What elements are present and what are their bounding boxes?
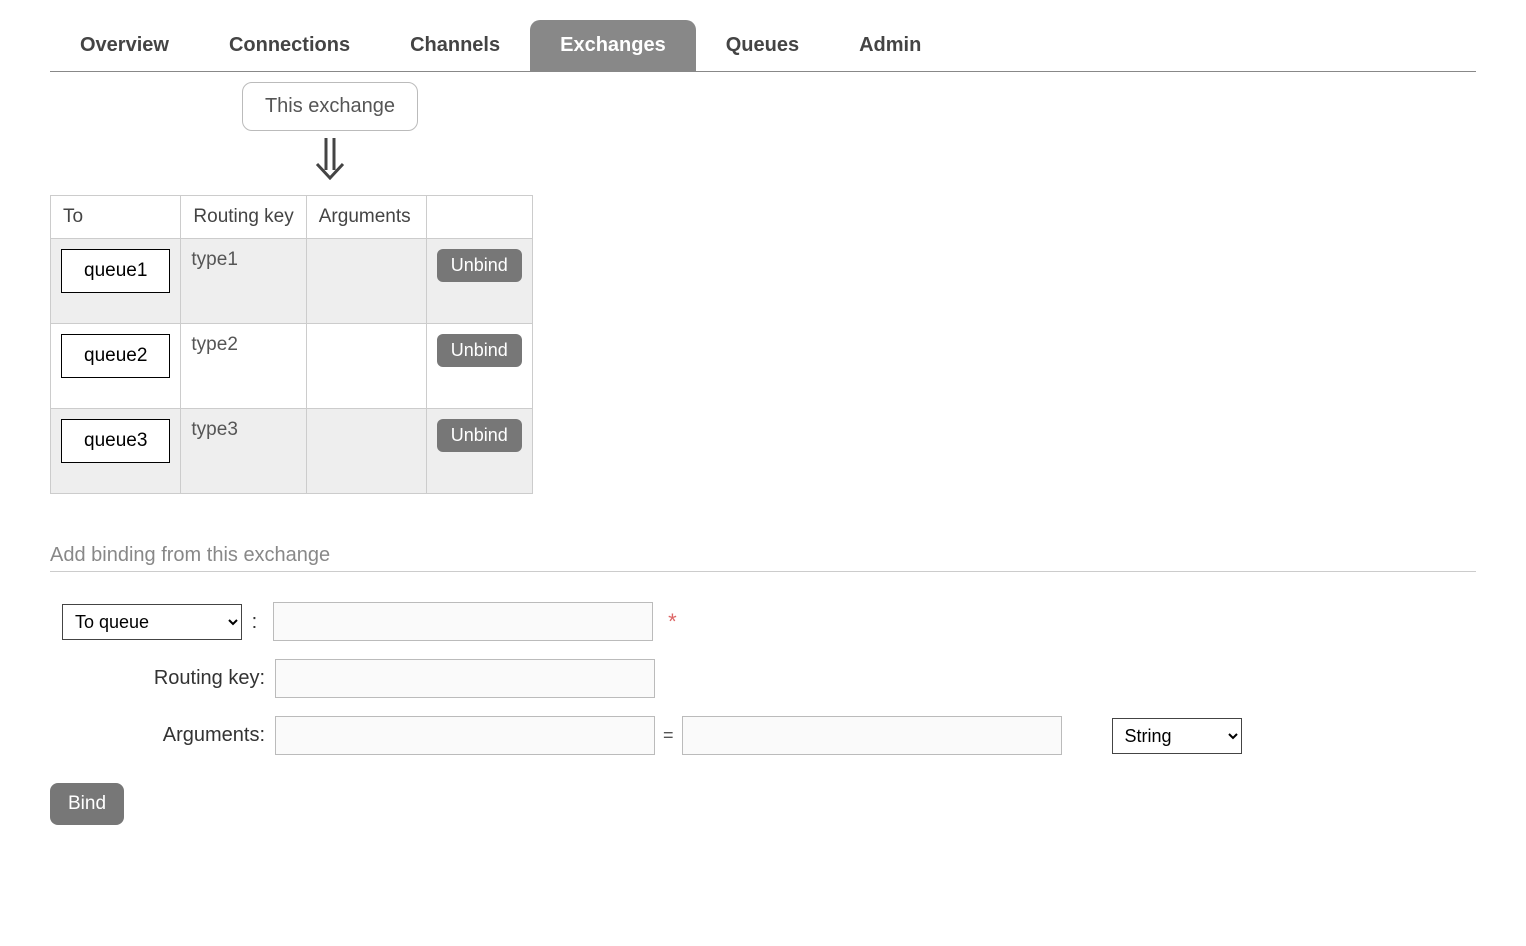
tab-admin[interactable]: Admin — [829, 20, 951, 71]
routing-key-label: Routing key: — [50, 667, 275, 690]
required-marker: * — [668, 609, 677, 635]
table-row: queue1 type1 Unbind — [51, 239, 533, 324]
arguments-cell — [306, 409, 426, 494]
table-row: queue2 type2 Unbind — [51, 324, 533, 409]
tab-channels[interactable]: Channels — [380, 20, 530, 71]
queue-link[interactable]: queue2 — [61, 334, 170, 378]
col-action — [426, 196, 532, 239]
main-tabs: Overview Connections Channels Exchanges … — [50, 20, 1476, 72]
colon-label: : — [252, 611, 258, 633]
arguments-cell — [306, 239, 426, 324]
routing-key-cell: type3 — [181, 409, 306, 494]
arrow-down-icon — [313, 136, 347, 185]
arguments-label: Arguments: — [50, 724, 275, 747]
col-to: To — [51, 196, 181, 239]
argument-key-input[interactable] — [275, 716, 655, 755]
add-binding-title: Add binding from this exchange — [50, 544, 1476, 572]
add-binding-form: To queue : * Routing key: Arguments: = S… — [50, 602, 1476, 825]
tab-exchanges[interactable]: Exchanges — [530, 20, 696, 71]
routing-key-cell: type2 — [181, 324, 306, 409]
arguments-cell — [306, 324, 426, 409]
destination-name-input[interactable] — [273, 602, 653, 641]
argument-value-input[interactable] — [682, 716, 1062, 755]
tab-queues[interactable]: Queues — [696, 20, 829, 71]
col-routing-key: Routing key — [181, 196, 306, 239]
routing-key-cell: type1 — [181, 239, 306, 324]
queue-link[interactable]: queue1 — [61, 249, 170, 293]
queue-link[interactable]: queue3 — [61, 419, 170, 463]
unbind-button[interactable]: Unbind — [437, 419, 522, 452]
binding-diagram: This exchange — [230, 82, 430, 195]
tab-overview[interactable]: Overview — [50, 20, 199, 71]
source-exchange-box: This exchange — [242, 82, 418, 131]
unbind-button[interactable]: Unbind — [437, 249, 522, 282]
col-arguments: Arguments — [306, 196, 426, 239]
bind-button[interactable]: Bind — [50, 783, 124, 825]
argument-type-select[interactable]: String — [1112, 718, 1242, 754]
equals-label: = — [663, 725, 674, 746]
routing-key-input[interactable] — [275, 659, 655, 698]
destination-type-select[interactable]: To queue — [62, 604, 242, 640]
bindings-table: To Routing key Arguments queue1 type1 Un… — [50, 195, 533, 494]
tab-connections[interactable]: Connections — [199, 20, 380, 71]
table-row: queue3 type3 Unbind — [51, 409, 533, 494]
unbind-button[interactable]: Unbind — [437, 334, 522, 367]
